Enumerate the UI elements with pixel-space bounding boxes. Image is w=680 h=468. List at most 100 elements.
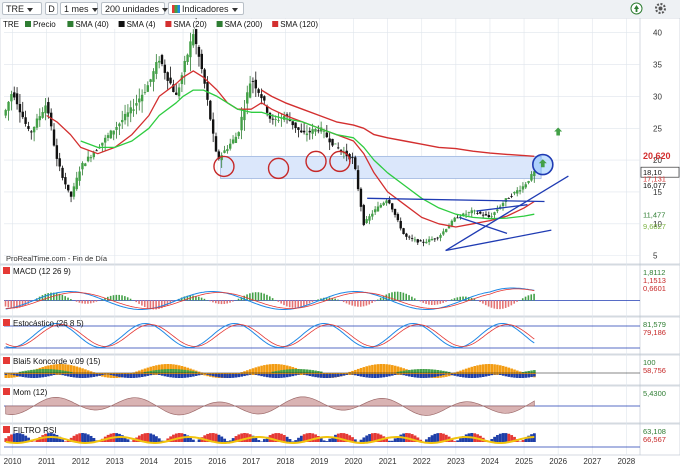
indicators-button[interactable]: Indicadores <box>168 2 244 15</box>
candle-body <box>428 239 430 242</box>
koncorde-blue-bar <box>61 374 64 375</box>
koncorde-blue-bar <box>5 374 8 375</box>
macd-histogram-bar <box>457 297 459 300</box>
indicator-icon <box>3 319 10 326</box>
macd-histogram-bar <box>260 293 262 301</box>
timeframe-button[interactable]: D <box>45 2 58 15</box>
koncorde-green-bar <box>36 369 39 373</box>
koncorde-blue-bar <box>266 374 269 377</box>
macd-histogram-bar <box>505 301 507 308</box>
candle-body <box>402 228 404 234</box>
koncorde-green-bar <box>439 370 442 373</box>
koncorde-bar <box>272 364 275 375</box>
symbol-selector[interactable]: TRE <box>2 2 42 15</box>
koncorde-blue-bar <box>473 374 476 378</box>
koncorde-bar <box>496 365 499 375</box>
koncorde-blue-bar <box>263 374 266 377</box>
koncorde-blue-bar <box>456 374 459 376</box>
candle-body <box>445 229 447 232</box>
indicator-value: 5,4300 <box>643 389 666 398</box>
koncorde-bar <box>269 364 272 375</box>
koncorde-blue-bar <box>141 374 144 377</box>
panel-frame-macd <box>0 265 680 316</box>
watermark: ProRealTime.com - Fin de Día <box>6 254 108 263</box>
rsi-bar <box>243 433 246 442</box>
macd-histogram-bar <box>289 301 291 308</box>
candle-body <box>482 215 484 216</box>
koncorde-blue-bar <box>382 374 385 377</box>
candle-body <box>257 89 259 93</box>
candle-body <box>297 127 299 130</box>
koncorde-blue-bar <box>226 374 229 378</box>
rsi-bar <box>436 433 439 442</box>
koncorde-blue-bar <box>243 374 246 376</box>
macd-histogram-bar <box>440 301 442 304</box>
candle-body <box>493 212 495 215</box>
indicators-label: Indicadores <box>182 4 229 14</box>
chart-area[interactable]: 2010201120122013201420152016201720182019… <box>0 18 680 466</box>
koncorde-blue-bar <box>459 374 462 377</box>
candle-body <box>326 133 328 137</box>
candle-body <box>380 205 382 208</box>
candle-body <box>56 145 58 159</box>
macd-histogram-bar <box>479 301 481 302</box>
rsi-bar <box>505 433 508 442</box>
koncorde-green-bar <box>30 370 33 373</box>
koncorde-blue-bar <box>274 374 277 378</box>
macd-histogram-bar <box>67 298 69 301</box>
price-badge: 9,6827 <box>643 222 666 231</box>
koncorde-blue-bar <box>525 374 528 378</box>
koncorde-blue-bar <box>482 374 485 377</box>
rsi-bar <box>428 437 431 442</box>
koncorde-blue-bar <box>527 374 530 377</box>
koncorde-blue-bar <box>186 374 189 377</box>
units-selector[interactable]: 200 unidades <box>101 2 165 15</box>
koncorde-green-bar <box>425 369 428 373</box>
macd-histogram-bar <box>118 295 120 301</box>
koncorde-bar <box>380 364 383 375</box>
koncorde-blue-bar <box>479 374 482 377</box>
period-selector[interactable]: 1 mes <box>60 2 98 15</box>
chevron-down-icon <box>232 8 238 12</box>
settings-icon[interactable] <box>654 2 667 15</box>
koncorde-green-bar <box>283 370 286 373</box>
alert-icon[interactable] <box>630 2 643 15</box>
koncorde-green-bar <box>422 369 425 373</box>
candle-body <box>351 157 353 158</box>
legend-swatch <box>67 21 73 27</box>
time-axis-label: 2016 <box>208 457 226 466</box>
koncorde-blue-bar <box>365 374 368 377</box>
candle-body <box>391 203 393 209</box>
macd-histogram-bar <box>482 301 484 304</box>
macd-histogram-bar <box>266 295 268 301</box>
macd-histogram-bar <box>76 301 78 302</box>
koncorde-bar <box>147 368 150 375</box>
macd-histogram-bar <box>442 301 444 303</box>
time-axis-label: 2020 <box>345 457 363 466</box>
koncorde-blue-bar <box>30 374 33 378</box>
candle-body <box>164 65 166 73</box>
indicator-icon <box>3 357 10 364</box>
rsi-bar <box>158 438 161 442</box>
koncorde-blue-bar <box>522 374 525 378</box>
macd-histogram-bar <box>138 301 140 304</box>
koncorde-bar <box>263 365 266 375</box>
koncorde-green-bar <box>417 369 420 373</box>
candle-body <box>434 239 436 240</box>
macd-histogram-bar <box>533 294 535 301</box>
candle-body <box>189 41 191 57</box>
candle-body <box>238 132 240 136</box>
macd-histogram-bar <box>513 301 515 304</box>
koncorde-blue-bar <box>220 374 223 378</box>
candle-body <box>110 131 112 139</box>
macd-histogram-bar <box>232 301 234 302</box>
candle-body <box>149 79 151 82</box>
price-chart[interactable]: 2010201120122013201420152016201720182019… <box>0 18 680 466</box>
candle-body <box>118 124 120 127</box>
koncorde-green-bar <box>161 369 164 373</box>
candle-body <box>235 137 237 143</box>
candle-body <box>525 184 527 187</box>
rsi-bar <box>81 433 84 442</box>
rsi-bar <box>291 441 294 442</box>
koncorde-bar <box>442 373 445 377</box>
